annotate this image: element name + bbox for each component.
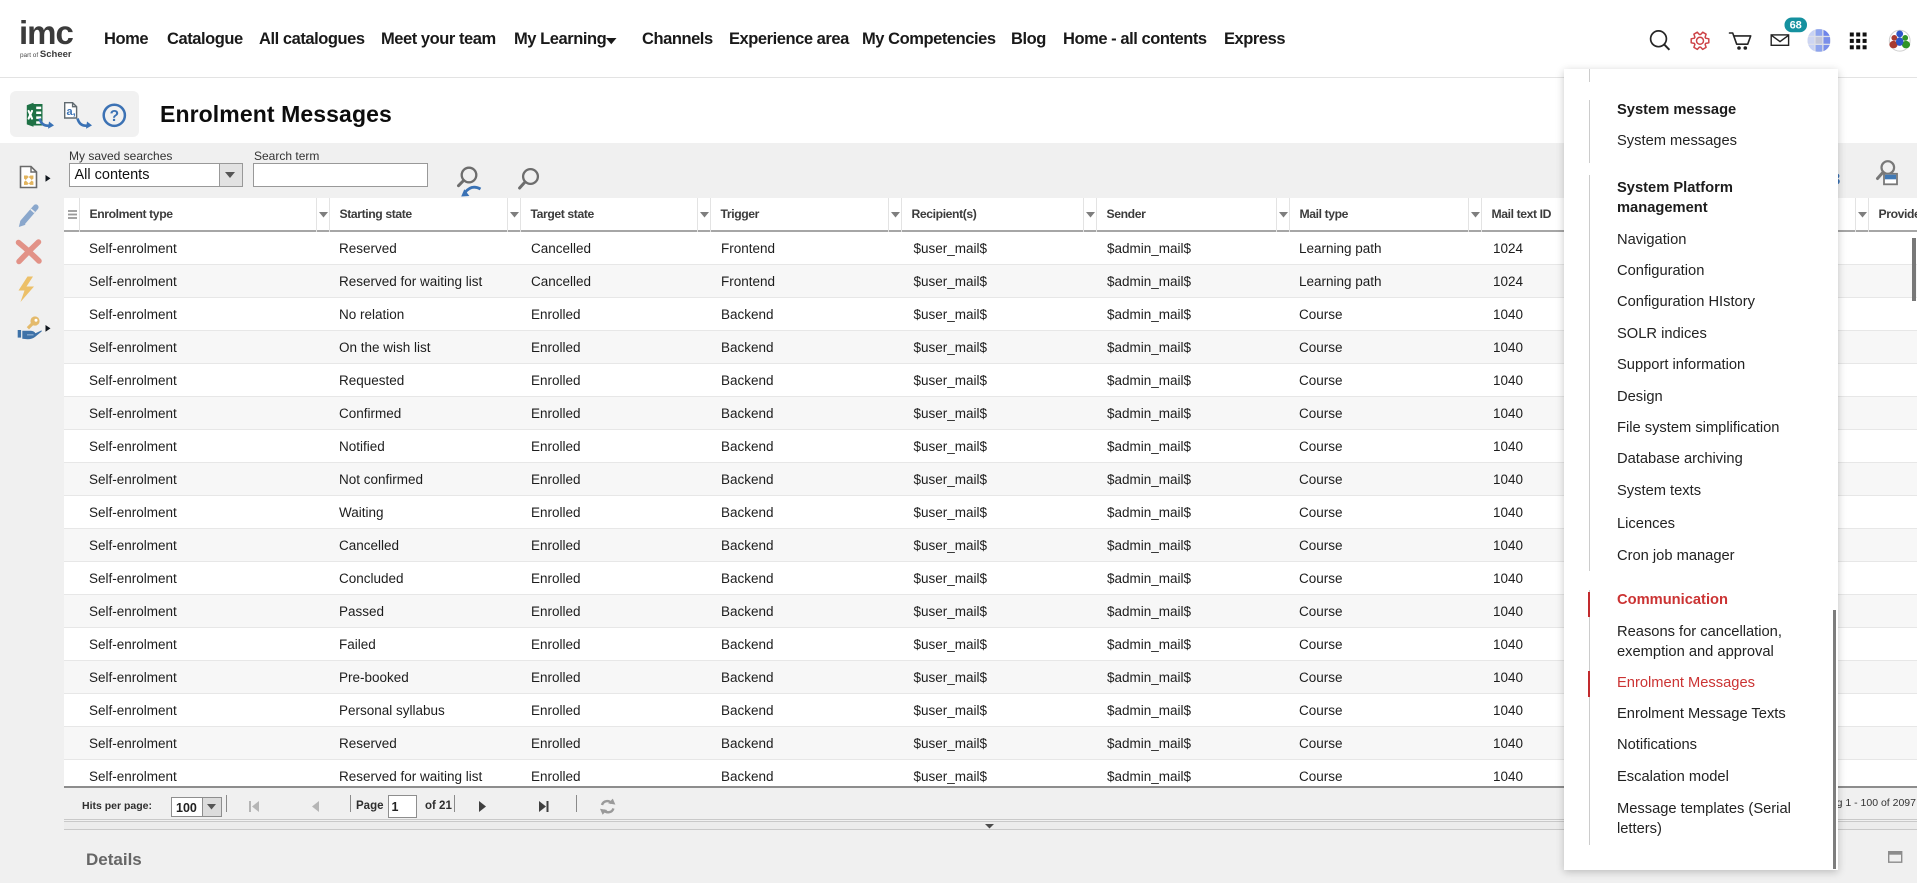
svg-text:?: ?	[110, 108, 119, 125]
svg-text:68: 68	[1790, 20, 1802, 32]
svg-text:a,: a,	[67, 106, 76, 118]
